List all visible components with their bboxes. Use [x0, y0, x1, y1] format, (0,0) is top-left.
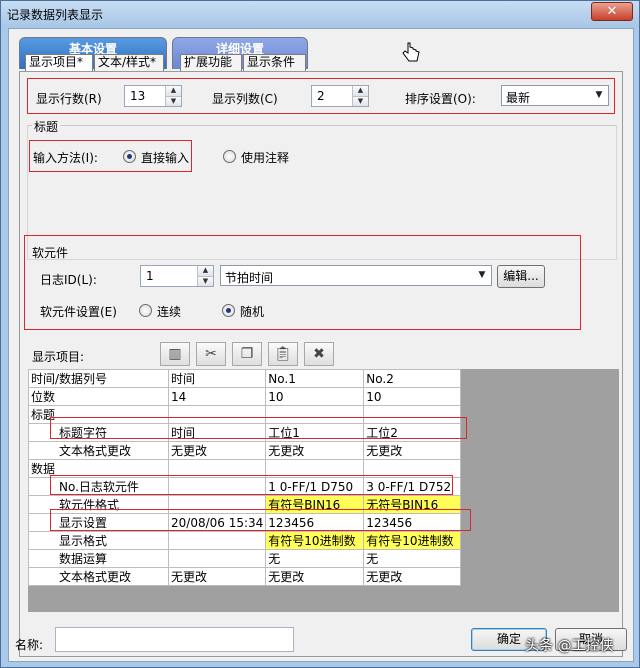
log-select[interactable]: 节拍时间 ▼ [220, 265, 492, 286]
delete-icon[interactable]: ✖ [304, 342, 334, 366]
spin-down-icon[interactable]: ▼ [352, 96, 368, 106]
tab-panel: 显示行数(R) 13 ▲ ▼ 显示列数(C) 2 ▲ ▼ 排序设置(O): 最新… [19, 71, 623, 657]
table-row[interactable]: 文本格式更改 无更改 无更改 无更改 [28, 567, 462, 586]
use-comment-label: 使用注释 [241, 151, 290, 165]
grid-cell: 时间 [167, 369, 267, 388]
table-row[interactable]: 文本格式更改 无更改 无更改 无更改 [28, 441, 462, 460]
grid-cell[interactable]: 无 [363, 549, 462, 568]
direct-input-label: 直接输入 [141, 151, 190, 165]
rows-label: 显示行数(R) [36, 92, 102, 106]
radio-random[interactable] [222, 304, 235, 317]
cut-icon[interactable]: ✂ [196, 342, 226, 366]
grid-cell: 位数 [28, 387, 169, 406]
cols-spinner[interactable]: 2 ▲ ▼ [311, 85, 369, 107]
table-row[interactable]: 显示格式 有符号10进制数 有符号10进制数 [28, 531, 462, 550]
log-id-spinner[interactable]: 1 ▲ ▼ [140, 265, 214, 287]
cols-value: 2 [317, 89, 325, 103]
edit-button[interactable]: 编辑... [497, 265, 545, 288]
grid-cell[interactable]: 无 [265, 549, 365, 568]
subtab-extensions[interactable]: 扩展功能 [180, 54, 242, 71]
window-title: 记录数据列表显示 [7, 8, 104, 22]
grid-cell: 时间/数据列号 [28, 369, 169, 388]
grid-cell: 文本格式更改 [28, 567, 169, 586]
insert-column-icon[interactable]: ▥ [160, 342, 190, 366]
chevron-down-icon[interactable]: ▼ [591, 87, 607, 104]
subtab-display-conditions[interactable]: 显示条件 [243, 54, 306, 71]
dialog-client: 基本设置 详细设置 显示项目* 文本/样式* 扩展功能 显示条件 显示行数(R)… [8, 28, 634, 662]
device-group-caption: 软元件 [32, 246, 69, 260]
grid-cell[interactable] [167, 549, 267, 568]
highlight-display-setting [50, 509, 471, 531]
grid-cell: No.1 [265, 369, 365, 388]
subtab-text-style[interactable]: 文本/样式* [94, 54, 164, 71]
display-items-label: 显示项目: [32, 350, 85, 364]
title-group-caption: 标题 [32, 118, 61, 135]
spin-up-icon[interactable]: ▲ [197, 266, 213, 276]
input-method-label: 输入方法(I): [33, 151, 98, 165]
radio-continuous[interactable] [139, 304, 152, 317]
log-id-value: 1 [146, 269, 154, 283]
table-row[interactable]: 时间/数据列号 时间 No.1 No.2 [28, 369, 462, 388]
grid-cell[interactable]: 14 [167, 387, 267, 406]
highlight-log-devices [50, 475, 453, 495]
random-label: 随机 [240, 305, 265, 319]
log-id-label: 日志ID(L): [40, 273, 97, 287]
radio-use-comment[interactable] [223, 150, 236, 163]
radio-direct-input[interactable] [123, 150, 136, 163]
sort-value: 最新 [506, 91, 531, 105]
cols-label: 显示列数(C) [212, 92, 278, 106]
grid-cell[interactable]: 无更改 [167, 441, 267, 460]
device-setting-label: 软元件设置(E) [40, 305, 117, 319]
subtab-display-items[interactable]: 显示项目* [25, 54, 93, 72]
table-row[interactable]: 位数 14 10 10 [28, 387, 462, 406]
grid-cell[interactable]: 10 [363, 387, 462, 406]
spin-up-icon[interactable]: ▲ [165, 86, 181, 96]
grid-cell: No.2 [363, 369, 462, 388]
dialog-window: 记录数据列表显示 ✕ 基本设置 详细设置 显示项目* 文本/样式* 扩展功能 显… [0, 0, 640, 668]
chevron-down-icon[interactable]: ▼ [474, 267, 490, 284]
sort-select[interactable]: 最新 ▼ [501, 85, 609, 106]
copy-icon[interactable]: ❐ [232, 342, 262, 366]
grid-cell[interactable]: 无更改 [265, 567, 365, 586]
grid-cell[interactable]: 无更改 [167, 567, 267, 586]
spin-up-icon[interactable]: ▲ [352, 86, 368, 96]
paste-icon[interactable]: 📋︎ [268, 342, 298, 366]
name-label: 名称: [15, 638, 44, 652]
title-bar[interactable]: 记录数据列表显示 ✕ [1, 1, 639, 27]
display-items-grid: 时间/数据列号 时间 No.1 No.2 位数 14 10 10 标题 标题字符… [28, 369, 619, 612]
hand-cursor-icon [402, 42, 420, 62]
grid-cell[interactable]: 有符号10进制数 [363, 531, 462, 550]
grid-cell[interactable]: 10 [265, 387, 365, 406]
grid-cell[interactable]: 无更改 [363, 567, 462, 586]
grid-cell[interactable]: 有符号10进制数 [265, 531, 365, 550]
grid-cell[interactable]: 无更改 [265, 441, 365, 460]
grid-cell: 文本格式更改 [28, 441, 169, 460]
continuous-label: 连续 [157, 305, 182, 319]
rows-spinner[interactable]: 13 ▲ ▼ [124, 85, 182, 107]
table-row[interactable]: 数据运算 无 无 [28, 549, 462, 568]
name-input[interactable] [55, 627, 294, 652]
grid-cell: 显示格式 [28, 531, 169, 550]
spin-down-icon[interactable]: ▼ [165, 96, 181, 106]
grid-cell[interactable]: 无更改 [363, 441, 462, 460]
grid-cell: 数据运算 [28, 549, 169, 568]
highlight-title-chars [50, 417, 467, 439]
spin-down-icon[interactable]: ▼ [197, 276, 213, 286]
close-button[interactable]: ✕ [591, 2, 633, 21]
sort-label: 排序设置(O): [405, 92, 476, 106]
rows-value: 13 [130, 89, 146, 103]
watermark-text: 头条 @工控侠 [525, 638, 614, 654]
log-select-value: 节拍时间 [225, 271, 274, 285]
grid-cell[interactable] [167, 531, 267, 550]
